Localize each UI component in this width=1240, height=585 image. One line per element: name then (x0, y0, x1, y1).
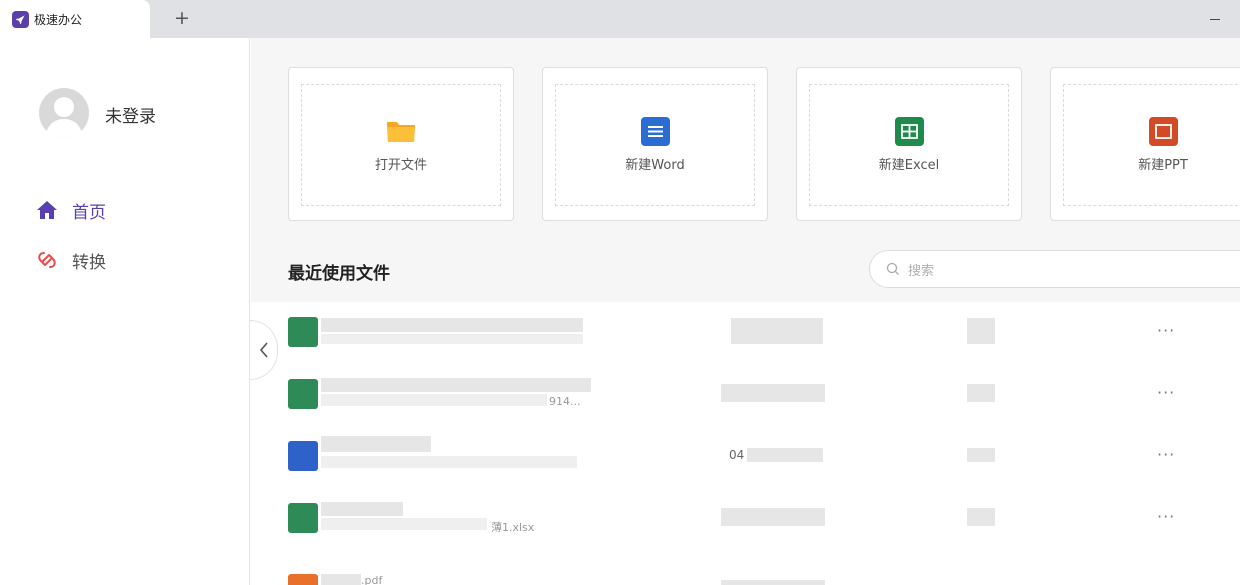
file-type-redacted (967, 508, 995, 526)
user-icon (45, 97, 83, 138)
excel-file-icon (288, 379, 318, 409)
open-file-card[interactable]: 打开文件 (288, 67, 514, 221)
file-date-redacted (731, 318, 823, 344)
excel-file-icon (288, 317, 318, 347)
new-excel-card[interactable]: 新建Excel (796, 67, 1022, 221)
card-label: 新建PPT (1138, 158, 1188, 173)
new-tab-button[interactable]: + (170, 6, 194, 30)
search-icon (886, 262, 899, 275)
rocket-icon (12, 10, 29, 28)
ppt-icon (1148, 116, 1178, 146)
tab-app[interactable]: 极速办公 (0, 0, 150, 38)
new-ppt-card[interactable]: 新建PPT (1050, 67, 1240, 221)
file-date-redacted (721, 384, 825, 402)
new-word-card[interactable]: 新建Word (542, 67, 768, 221)
card-label: 新建Excel (878, 158, 940, 173)
more-button[interactable]: ··· (1157, 445, 1175, 464)
pdf-file-icon (288, 574, 318, 585)
excel-icon (894, 116, 924, 146)
sidebar-item-convert[interactable]: 转换 (36, 246, 106, 274)
folder-icon (386, 117, 416, 145)
sidebar: 未登录 首页 转换 (0, 38, 250, 585)
file-date-redacted (721, 580, 825, 585)
file-size-fragment: 04 (729, 448, 745, 462)
list-item[interactable]: .pdf ··· (251, 550, 1240, 585)
more-button[interactable]: ··· (1157, 507, 1175, 526)
minimize-icon (1210, 18, 1220, 20)
main-content: 打开文件 新建Word 新建Excel 新建PPT 最近使用文件 搜索 ··· … (251, 38, 1240, 585)
sidebar-item-home[interactable]: 首页 (36, 196, 106, 224)
minimize-button[interactable] (1202, 6, 1228, 32)
file-type-redacted (967, 384, 995, 402)
username[interactable]: 未登录 (105, 102, 156, 127)
more-button[interactable]: ··· (1157, 321, 1175, 340)
word-file-icon (288, 441, 318, 471)
search-input[interactable]: 搜索 (869, 250, 1240, 288)
list-item[interactable]: 04 ··· (251, 426, 1240, 488)
recent-files-list: ··· 914... ··· 04 ··· 薄1.xlsx ··· .pdf (251, 302, 1240, 585)
avatar[interactable] (39, 88, 89, 138)
tab-bar: 极速办公 + (0, 0, 1240, 38)
file-name-fragment: .pdf (361, 574, 383, 585)
list-item[interactable]: 薄1.xlsx ··· (251, 488, 1240, 550)
sidebar-item-label: 转换 (72, 252, 106, 273)
home-icon (37, 201, 57, 219)
file-name-redacted (321, 378, 591, 392)
file-name-fragment: 914... (549, 395, 581, 408)
chevron-left-icon (259, 342, 268, 358)
file-date-redacted (721, 508, 825, 526)
sidebar-item-label: 首页 (72, 202, 106, 223)
tab-title: 极速办公 (34, 12, 83, 27)
excel-file-icon (288, 503, 318, 533)
word-icon (640, 116, 670, 146)
file-date-redacted (747, 448, 823, 462)
recent-files-title: 最近使用文件 (288, 264, 390, 284)
file-name-redacted (321, 574, 361, 585)
list-item[interactable]: ··· (251, 302, 1240, 364)
file-type-redacted (967, 318, 995, 344)
card-label: 打开文件 (374, 158, 427, 173)
more-button[interactable]: ··· (1157, 581, 1175, 585)
list-item[interactable]: 914... ··· (251, 364, 1240, 426)
file-name-redacted (321, 436, 431, 452)
card-label: 新建Word (625, 158, 685, 173)
convert-icon (38, 252, 56, 268)
file-name-fragment: 薄1.xlsx (491, 521, 535, 534)
file-name-redacted (321, 502, 403, 516)
search-placeholder: 搜索 (908, 263, 935, 279)
file-type-redacted (967, 448, 995, 462)
more-button[interactable]: ··· (1157, 383, 1175, 402)
file-name-redacted (321, 318, 583, 332)
